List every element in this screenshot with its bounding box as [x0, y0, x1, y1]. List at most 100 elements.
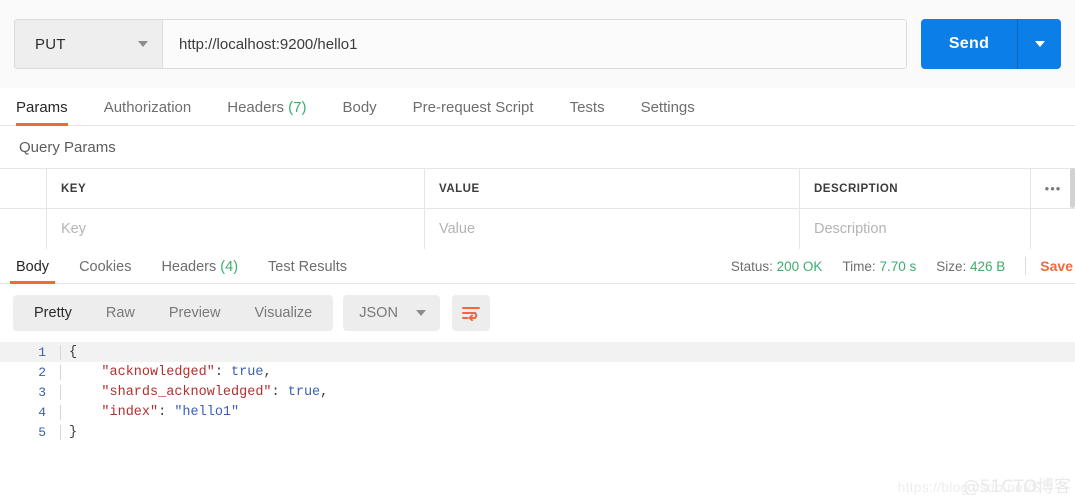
- size-value: 426 B: [970, 258, 1006, 274]
- header-key-label: KEY: [61, 182, 87, 195]
- send-options-button[interactable]: [1017, 19, 1061, 69]
- code-line-text: "shards_acknowledged": true,: [60, 384, 1075, 400]
- header-cell-description: DESCRIPTION: [800, 169, 1031, 208]
- code-line: 3 "shards_acknowledged": true,: [0, 382, 1075, 402]
- send-button[interactable]: Send: [921, 19, 1017, 69]
- table-header-row: KEY VALUE DESCRIPTION •••: [0, 169, 1075, 209]
- response-tab-body-label: Body: [16, 259, 50, 275]
- code-token: }: [69, 424, 78, 440]
- code-line: 1{: [0, 342, 1075, 362]
- code-line-text: {: [60, 344, 1075, 360]
- tab-authorization-label: Authorization: [103, 99, 192, 116]
- view-mode-group: Pretty Raw Preview Visualize: [13, 295, 334, 331]
- status-label: Status:: [730, 258, 773, 274]
- code-token: ,: [263, 364, 272, 380]
- http-method-label: PUT: [35, 35, 66, 53]
- request-url-bar: PUT Send: [0, 0, 1075, 88]
- chevron-down-icon: [138, 41, 148, 47]
- line-number: 5: [38, 424, 46, 440]
- request-url-input[interactable]: [163, 20, 906, 68]
- bulk-edit-button[interactable]: •••: [1031, 169, 1075, 208]
- header-cell-value: VALUE: [425, 169, 800, 208]
- code-line: 4 "index": "hello1": [0, 402, 1075, 422]
- response-tab-headers-label: Headers: [161, 259, 217, 275]
- view-mode-preview[interactable]: Preview: [152, 295, 238, 331]
- response-body-viewer[interactable]: 1{2 "acknowledged": true, 3 "shards_ackno…: [0, 342, 1075, 503]
- status-value: 200 OK: [776, 258, 823, 274]
- response-tab-cookies[interactable]: Cookies: [73, 259, 137, 283]
- tab-settings-label: Settings: [640, 99, 695, 116]
- time-value: 7.70 s: [879, 258, 917, 274]
- response-tab-body[interactable]: Body: [10, 259, 56, 284]
- code-token: "shards_acknowledged": [69, 384, 272, 400]
- postman-window: PUT Send Params Authorization Headers (7…: [0, 0, 1075, 503]
- header-cell-key: KEY: [47, 169, 425, 208]
- tab-authorization[interactable]: Authorization: [104, 99, 206, 125]
- response-tab-headers[interactable]: Headers (4): [155, 259, 244, 283]
- line-number: 2: [38, 364, 46, 380]
- tab-pre-request-script[interactable]: Pre-request Script: [413, 99, 548, 125]
- code-token: "acknowledged": [69, 364, 215, 380]
- response-view-toolbar: Pretty Raw Preview Visualize JSON: [0, 284, 1075, 342]
- view-mode-raw-label: Raw: [105, 305, 135, 321]
- response-tab-test-results[interactable]: Test Results: [262, 259, 353, 283]
- param-value-input[interactable]: Value: [425, 209, 800, 249]
- param-key-placeholder: Key: [61, 221, 86, 237]
- code-token: ,: [320, 384, 329, 400]
- row-checkbox-cell[interactable]: [0, 209, 47, 249]
- tab-headers[interactable]: Headers (7): [227, 99, 320, 125]
- view-mode-pretty-label: Pretty: [34, 305, 72, 321]
- size-label: Size:: [936, 258, 967, 274]
- save-response-button[interactable]: Save: [1040, 258, 1075, 274]
- size-badge: Size: 426 B: [936, 259, 1005, 274]
- tab-settings[interactable]: Settings: [641, 99, 709, 125]
- code-token: "index": [69, 404, 159, 420]
- line-number: 3: [38, 384, 46, 400]
- code-line-text: "index": "hello1": [60, 404, 1075, 420]
- response-tab-cookies-label: Cookies: [79, 259, 132, 275]
- view-mode-preview-label: Preview: [168, 305, 221, 321]
- time-badge: Time: 7.70 s: [842, 259, 916, 274]
- header-value-label: VALUE: [439, 182, 480, 195]
- row-actions-cell: [1031, 209, 1075, 249]
- line-number: 1: [38, 344, 46, 360]
- request-tabs: Params Authorization Headers (7) Body Pr…: [0, 88, 1075, 126]
- response-tabs: Body Cookies Headers (4) Test Results St…: [0, 249, 1075, 284]
- code-token: :: [271, 384, 288, 400]
- params-scrollbar[interactable]: [1070, 168, 1075, 208]
- meta-divider: [1025, 257, 1027, 275]
- view-mode-visualize-label: Visualize: [254, 305, 313, 321]
- tab-params-label: Params: [16, 99, 68, 116]
- ellipsis-icon: •••: [1044, 181, 1062, 196]
- view-mode-pretty[interactable]: Pretty: [17, 295, 89, 331]
- code-token: "hello1": [174, 404, 240, 420]
- tab-tests[interactable]: Tests: [570, 99, 619, 125]
- tab-pre-request-script-label: Pre-request Script: [412, 99, 534, 116]
- code-token: {: [69, 344, 78, 360]
- code-line-text: }: [60, 424, 1075, 440]
- tab-body[interactable]: Body: [342, 99, 390, 125]
- view-mode-visualize[interactable]: Visualize: [237, 295, 329, 331]
- word-wrap-toggle[interactable]: [451, 295, 490, 331]
- view-mode-raw[interactable]: Raw: [89, 295, 152, 331]
- status-badge: Status: 200 OK: [731, 259, 823, 274]
- chevron-down-icon: [1034, 41, 1045, 47]
- tab-tests-label: Tests: [569, 99, 605, 116]
- response-format-label: JSON: [359, 305, 398, 321]
- tab-params[interactable]: Params: [16, 99, 82, 126]
- response-tab-test-results-label: Test Results: [268, 259, 348, 275]
- param-key-input[interactable]: Key: [47, 209, 425, 249]
- chevron-down-icon: [415, 310, 426, 316]
- code-line-text: "acknowledged": true,: [60, 364, 1075, 380]
- param-description-input[interactable]: Description: [800, 209, 1031, 249]
- tab-headers-count: (7): [288, 99, 307, 116]
- header-checkbox-cell: [0, 169, 47, 208]
- param-value-placeholder: Value: [439, 221, 476, 237]
- table-row: Key Value Description: [0, 209, 1075, 249]
- param-description-placeholder: Description: [814, 221, 887, 237]
- response-format-select[interactable]: JSON: [343, 295, 440, 331]
- query-params-heading: Query Params: [0, 127, 1075, 168]
- query-params-table: KEY VALUE DESCRIPTION ••• Key Value Desc…: [0, 168, 1075, 250]
- http-method-select[interactable]: PUT: [15, 20, 163, 68]
- header-description-label: DESCRIPTION: [814, 182, 899, 195]
